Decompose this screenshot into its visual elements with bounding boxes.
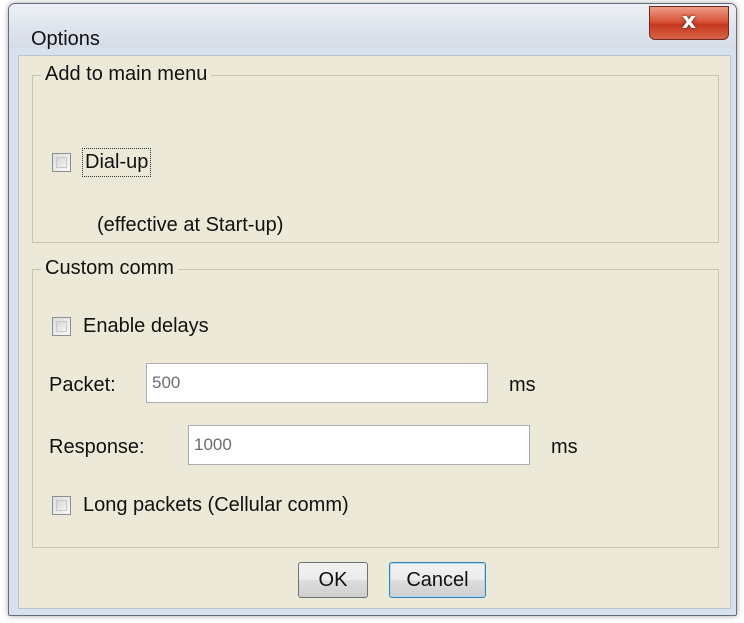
options-dialog: Options x Add to main menu Dial-up (effe… — [8, 3, 737, 616]
response-unit: ms — [551, 436, 578, 458]
add-to-main-menu-group: Add to main menu Dial-up (effective at S… — [32, 63, 719, 243]
custom-comm-title: Custom comm — [41, 257, 178, 280]
dialup-checkbox[interactable] — [52, 153, 71, 172]
long-packets-label[interactable]: Long packets (Cellular comm) — [83, 494, 349, 517]
ok-button[interactable]: OK — [298, 562, 368, 598]
title-bar[interactable]: Options x — [9, 4, 736, 50]
add-to-main-menu-title: Add to main menu — [41, 63, 212, 86]
packet-label: Packet: — [49, 374, 116, 396]
close-icon: x — [681, 9, 697, 34]
enable-delays-checkbox[interactable] — [52, 317, 71, 336]
enable-delays-label[interactable]: Enable delays — [83, 315, 209, 338]
custom-comm-group: Custom comm Enable delays Packet: ms Res… — [32, 257, 719, 548]
window-title: Options — [31, 28, 100, 50]
cancel-button[interactable]: Cancel — [389, 562, 486, 598]
response-input[interactable] — [188, 425, 530, 465]
long-packets-checkbox[interactable] — [52, 496, 71, 515]
close-button[interactable]: x — [649, 6, 729, 40]
packet-unit: ms — [509, 374, 536, 396]
dialup-label[interactable]: Dial-up — [81, 148, 152, 177]
dialog-body: Add to main menu Dial-up (effective at S… — [18, 55, 731, 609]
response-label: Response: — [49, 436, 145, 458]
startup-note: (effective at Start-up) — [97, 214, 284, 236]
packet-input[interactable] — [146, 363, 488, 403]
